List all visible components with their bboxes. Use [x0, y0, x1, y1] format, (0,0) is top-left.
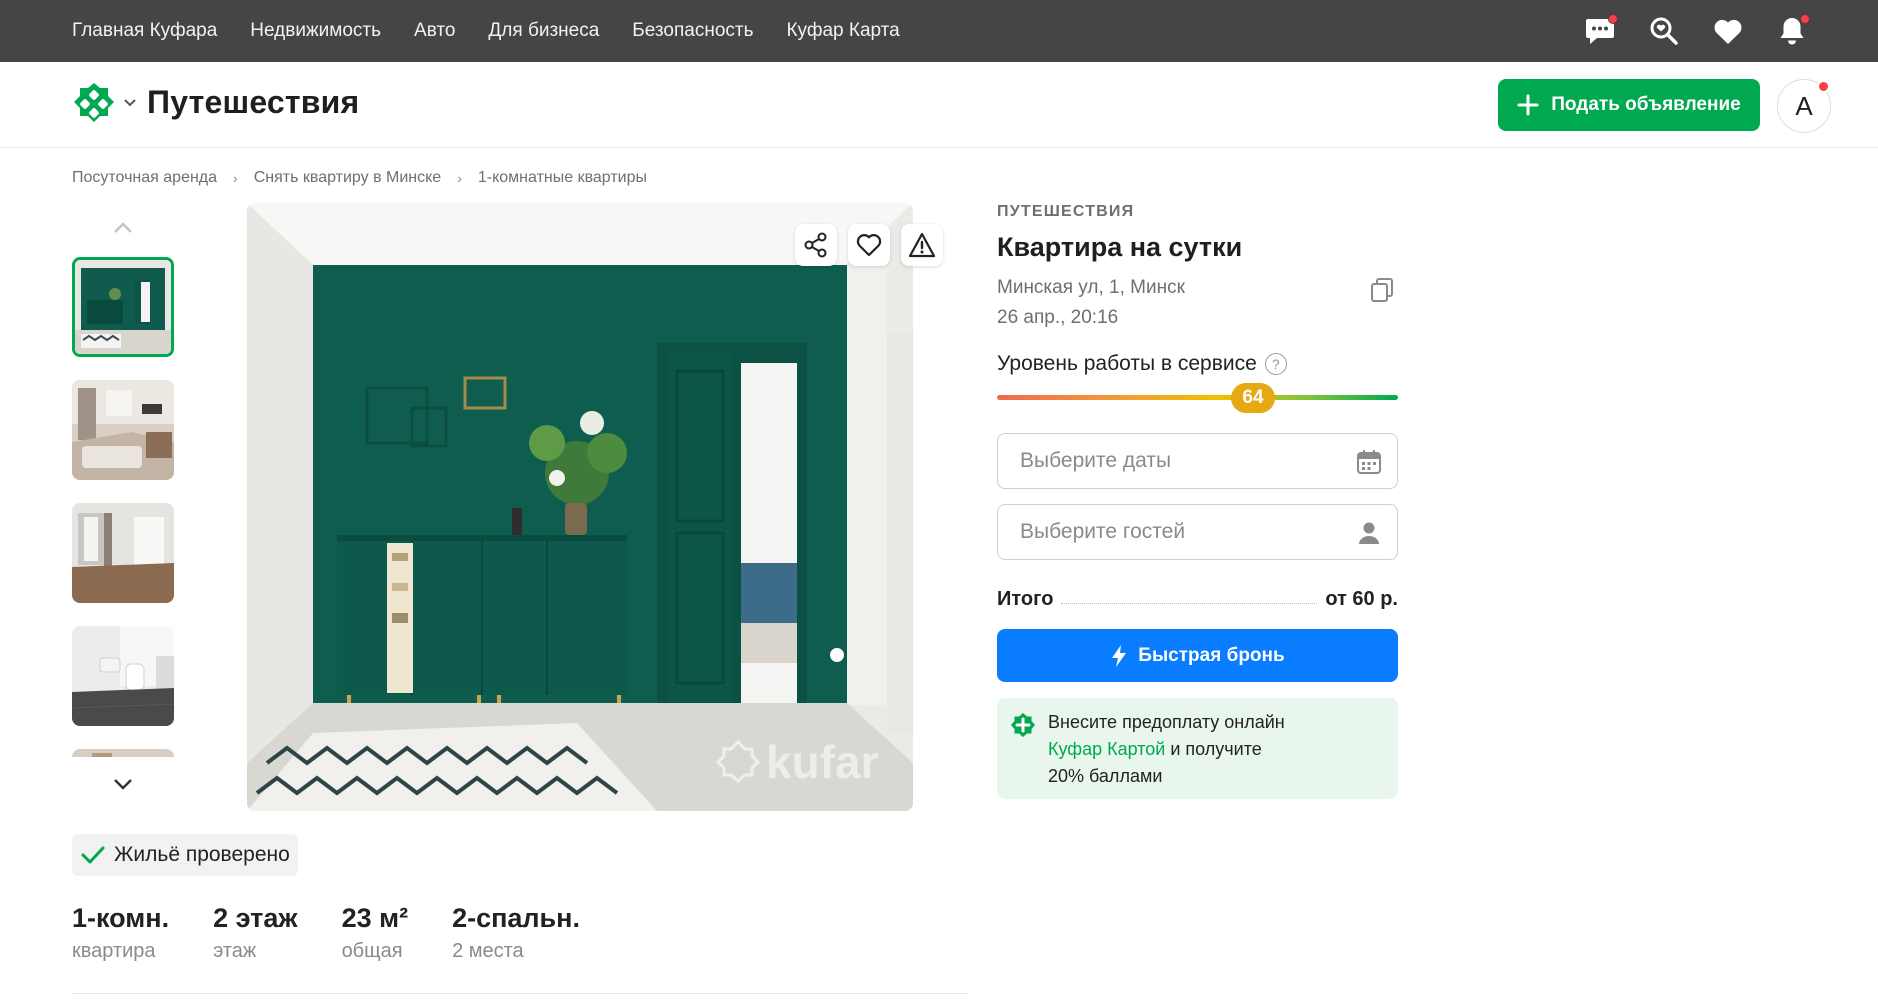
lightning-icon — [1112, 644, 1127, 667]
kufar-logo[interactable] — [72, 82, 116, 126]
share-icon — [804, 232, 827, 258]
top-nav-links: Главная Куфара Недвижимость Авто Для биз… — [72, 0, 933, 62]
help-icon[interactable]: ? — [1264, 353, 1287, 375]
share-button[interactable] — [795, 224, 837, 266]
favorites-icon[interactable] — [1712, 15, 1744, 47]
section-header: Путешествия Подать объявление A — [0, 62, 1878, 148]
notifications-icon[interactable] — [1776, 14, 1810, 47]
post-ad-button[interactable]: Подать объявление — [1498, 79, 1760, 131]
thumbnail-living-room[interactable] — [72, 503, 174, 603]
stat-rooms: 1-комн. квартира — [72, 903, 169, 963]
post-ad-button-label: Подать объявление — [1551, 94, 1741, 115]
listing-category: ПУТЕШЕСТВИЯ — [997, 203, 1135, 220]
stat-value: 1-комн. — [72, 903, 170, 933]
stat-label: квартира — [72, 940, 156, 962]
thumbnail-green-wall[interactable] — [72, 257, 174, 357]
stat-area: 23 м² общая — [342, 903, 409, 963]
thumbnail-list — [72, 257, 174, 757]
breadcrumb-separator-icon: › — [457, 170, 462, 186]
guests-input[interactable] — [1020, 520, 1350, 544]
stat-label: 2 места — [452, 940, 524, 962]
stat-value: 2-спальн. — [452, 903, 580, 933]
top-icons — [1584, 0, 1810, 62]
service-level-bar — [997, 395, 1398, 400]
stat-beds: 2-спальн. 2 места — [452, 903, 580, 963]
top-nav-link-security[interactable]: Безопасность — [632, 20, 753, 42]
person-icon — [1359, 522, 1379, 544]
calendar-icon — [1357, 450, 1381, 474]
listing-stats: 1-комн. квартира 2 этаж этаж 23 м² общая… — [72, 903, 624, 963]
verified-badge: Жильё проверено — [72, 834, 298, 876]
verified-label: Жильё проверено — [114, 843, 290, 866]
dates-input[interactable] — [1020, 449, 1350, 473]
saved-search-icon[interactable] — [1648, 15, 1680, 47]
quick-book-button[interactable]: Быстрая бронь — [997, 629, 1398, 682]
guests-field[interactable] — [997, 504, 1398, 560]
kufar-watermark-logo-icon — [716, 740, 760, 783]
thumbnail-partial[interactable] — [72, 749, 174, 757]
total-label: Итого — [997, 587, 1054, 610]
plus-icon — [1517, 94, 1539, 116]
quick-book-button-label: Быстрая бронь — [1138, 644, 1285, 666]
stat-label: общая — [341, 940, 403, 962]
favorite-button[interactable] — [848, 224, 890, 266]
top-nav-link-home[interactable]: Главная Куфара — [72, 20, 217, 42]
service-level-badge: 64 — [1231, 383, 1275, 413]
notifications-unread-dot — [1800, 14, 1810, 24]
dates-field[interactable] — [997, 433, 1398, 489]
stat-label: этаж — [213, 940, 257, 962]
avatar-letter: A — [1795, 90, 1813, 121]
breadcrumb-separator-icon: › — [233, 170, 238, 186]
kufar-watermark: kufar — [716, 735, 878, 789]
top-nav-link-realty[interactable]: Недвижимость — [250, 20, 381, 42]
section-title: Путешествия — [147, 84, 360, 120]
breadcrumb-item-rent-minsk[interactable]: Снять квартиру в Минске — [254, 169, 441, 187]
service-level-label: Уровень работы в сервисе ? — [997, 352, 1287, 376]
kufar-watermark-text: kufar — [766, 736, 879, 788]
breadcrumb: Посуточная аренда › Снять квартиру в Мин… — [72, 169, 647, 187]
copy-icon[interactable] — [1368, 276, 1396, 304]
promo-line-3: 20% баллами — [1048, 766, 1163, 786]
messages-unread-dot — [1608, 14, 1618, 24]
listing-address: Минская ул, 1, Минск — [997, 277, 1185, 298]
chevron-down-icon[interactable] — [110, 774, 136, 794]
stat-value: 23 м² — [341, 903, 409, 933]
total-price: от 60 р. — [1325, 587, 1398, 610]
heart-icon — [856, 234, 882, 257]
total-dotted-leader — [1061, 602, 1318, 604]
top-nav-link-business[interactable]: Для бизнеса — [488, 20, 599, 42]
main-listing-photo[interactable] — [247, 203, 913, 811]
thumbnail-bathroom[interactable] — [72, 626, 174, 726]
listing-date: 26 апр., 20:16 — [997, 307, 1119, 328]
avatar[interactable]: A — [1777, 79, 1831, 133]
report-button[interactable] — [901, 224, 943, 266]
messages-icon[interactable] — [1584, 14, 1618, 47]
kufar-card-link[interactable]: Куфар Картой — [1048, 739, 1165, 759]
avatar-notification-dot — [1817, 80, 1830, 93]
top-navigation-bar: Главная Куфара Недвижимость Авто Для биз… — [0, 0, 1878, 62]
promo-line-2: и получите — [1165, 739, 1262, 759]
warning-icon — [908, 232, 936, 258]
promo-text: Внесите предоплату онлайн Куфар Картой и… — [1048, 709, 1388, 790]
total-row: Итого от 60 р. — [997, 585, 1398, 613]
chevron-up-icon[interactable] — [110, 218, 136, 238]
promo-line-1: Внесите предоплату онлайн — [1048, 712, 1285, 732]
breadcrumb-item-daily-rent[interactable]: Посуточная аренда — [72, 169, 217, 187]
thumbnail-bedroom[interactable] — [72, 380, 174, 480]
divider — [72, 993, 968, 994]
service-level-text: Уровень работы в сервисе — [997, 352, 1257, 375]
top-nav-link-map[interactable]: Куфар Карта — [786, 20, 899, 42]
listing-title: Квартира на сутки — [997, 232, 1243, 262]
stat-value: 2 этаж — [213, 903, 298, 933]
stat-floor: 2 этаж этаж — [213, 903, 297, 963]
kufar-card-icon — [1011, 713, 1035, 737]
chevron-down-icon[interactable] — [122, 94, 138, 110]
prepayment-promo: Внесите предоплату онлайн Куфар Картой и… — [997, 698, 1398, 799]
checkmark-icon — [81, 846, 105, 864]
breadcrumb-item-1-room[interactable]: 1-комнатные квартиры — [478, 169, 647, 187]
top-nav-link-auto[interactable]: Авто — [414, 20, 455, 42]
